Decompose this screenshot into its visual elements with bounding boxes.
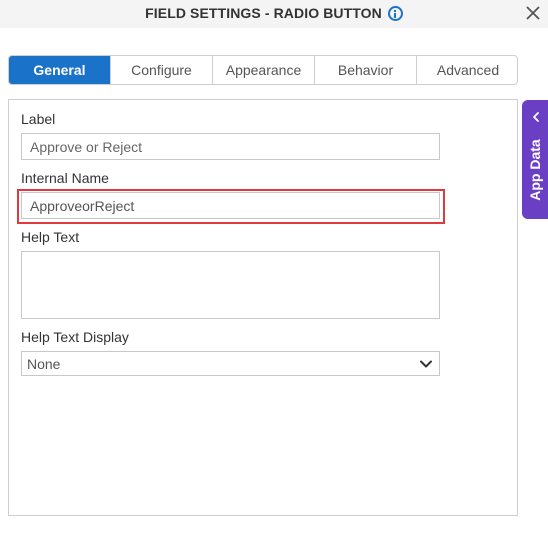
dialog-header: FIELD SETTINGS - RADIO BUTTON	[0, 0, 548, 28]
chevron-down-icon	[420, 360, 432, 368]
chevron-left-icon	[533, 112, 539, 122]
tab-general[interactable]: General	[9, 56, 111, 84]
dialog-title: FIELD SETTINGS - RADIO BUTTON	[145, 5, 382, 21]
label-field-caption: Label	[21, 111, 56, 127]
help-text-display-value: None	[27, 356, 61, 372]
label-input[interactable]	[21, 133, 440, 160]
internal-name-input[interactable]	[21, 192, 440, 219]
general-settings-panel: Label Internal Name Help Text Help Text …	[8, 99, 518, 516]
close-icon[interactable]	[524, 4, 542, 22]
tab-appearance[interactable]: Appearance	[213, 56, 315, 84]
app-data-panel-toggle[interactable]: App Data	[522, 100, 548, 219]
internal-name-caption: Internal Name	[21, 170, 109, 186]
settings-tabs: General Configure Appearance Behavior Ad…	[8, 55, 518, 85]
help-text-textarea[interactable]	[21, 251, 440, 319]
tab-advanced[interactable]: Advanced	[417, 56, 517, 84]
help-text-caption: Help Text	[21, 229, 80, 245]
help-text-display-select[interactable]: None	[21, 351, 440, 376]
dialog-title-row: FIELD SETTINGS - RADIO BUTTON	[0, 5, 548, 21]
info-icon[interactable]	[387, 6, 403, 21]
help-text-display-caption: Help Text Display	[21, 329, 129, 345]
app-data-label: App Data	[527, 139, 543, 201]
tab-configure[interactable]: Configure	[111, 56, 213, 84]
tab-behavior[interactable]: Behavior	[315, 56, 417, 84]
